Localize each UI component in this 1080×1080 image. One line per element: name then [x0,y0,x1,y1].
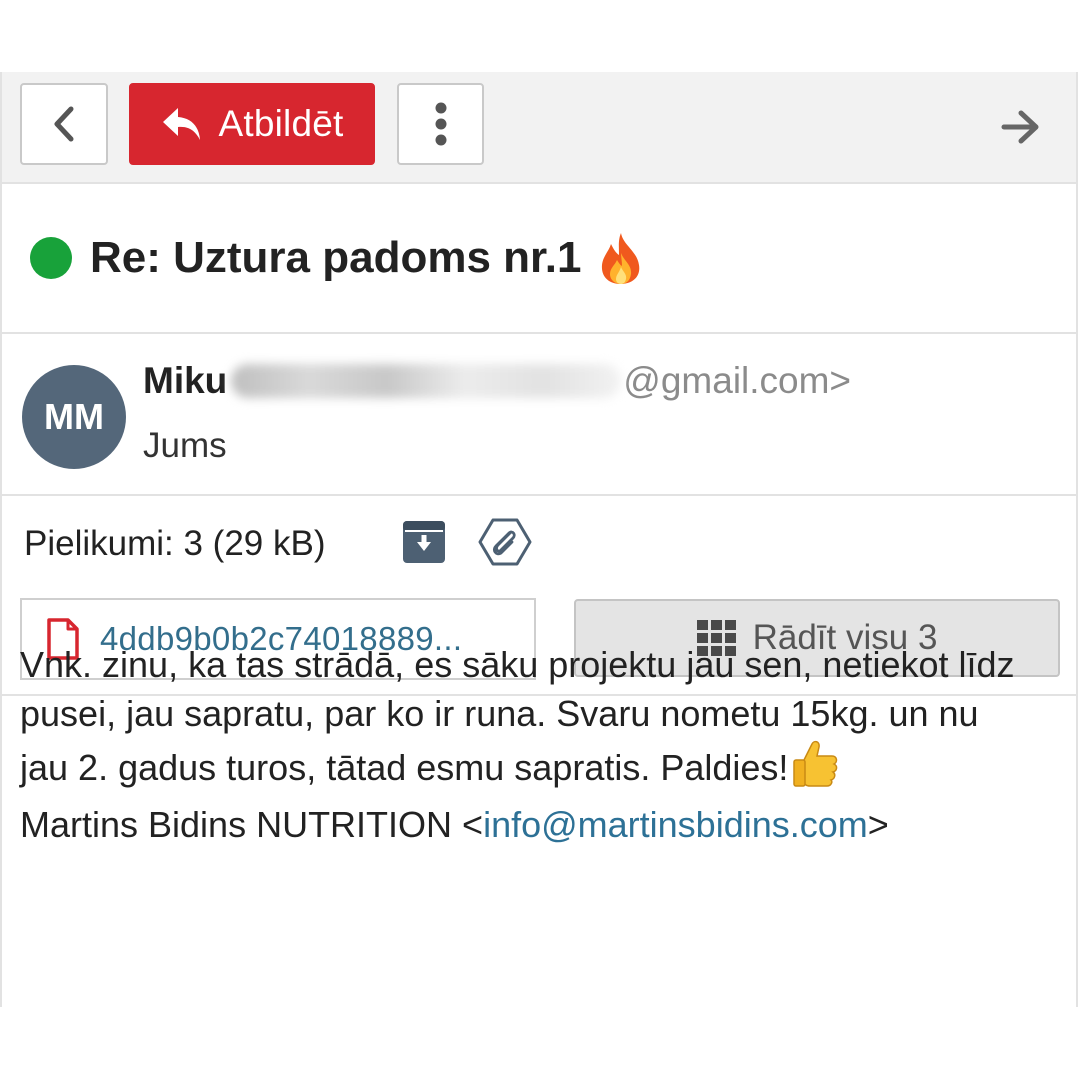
archive-download-icon[interactable] [402,520,446,564]
toolbar: Atbildēt [2,72,1076,184]
message-body: Vnk. zinu, ka tas strādā, es sāku projek… [20,640,1030,849]
more-options-button[interactable] [397,83,484,165]
thumbs-up-icon [790,738,840,800]
chevron-left-icon [54,106,74,142]
body-paragraph: Vnk. zinu, ka tas strādā, es sāku projek… [20,640,1030,800]
back-button[interactable] [20,83,108,165]
reply-icon [163,108,201,140]
message-subject: Re: Uztura padoms nr.1 [90,233,582,282]
sender-line[interactable]: Miku @gmail.com> [143,360,851,402]
fire-icon [597,231,645,285]
subject-row: Re: Uztura padoms nr.1 [2,184,1076,334]
signature-name: Martins Bidins NUTRITION < [20,804,484,845]
attachments-header: Pielikumi: 3 (29 kB) [2,496,1076,592]
status-dot [30,237,72,279]
recipient: Jums [143,426,227,465]
attachments-label: Pielikumi: 3 (29 kB) [24,524,326,563]
avatar[interactable]: MM [22,365,126,469]
redacted-sender-address [231,364,622,398]
signature-end: > [867,804,889,845]
sender-row: MM Miku @gmail.com> Jums [2,334,1076,496]
reply-button-label: Atbildēt [218,103,344,144]
arrow-right-icon [1001,110,1039,144]
paperclip-icon[interactable] [478,518,532,566]
reply-button[interactable]: Atbildēt [129,83,375,165]
sender-email: @gmail.com> [623,360,852,401]
sender-name: Miku [143,360,228,401]
email-view: Atbildēt Re: Uztura padoms nr.1 MM Miku … [0,72,1078,1007]
vertical-dots-icon [435,102,446,146]
signature-email-link[interactable]: info@martinsbidins.com [483,804,868,845]
signature: Martins Bidins NUTRITION <info@martinsbi… [20,800,1030,849]
next-message-button[interactable] [996,102,1046,152]
body-text: Vnk. zinu, ka tas strādā, es sāku projek… [20,644,1015,788]
